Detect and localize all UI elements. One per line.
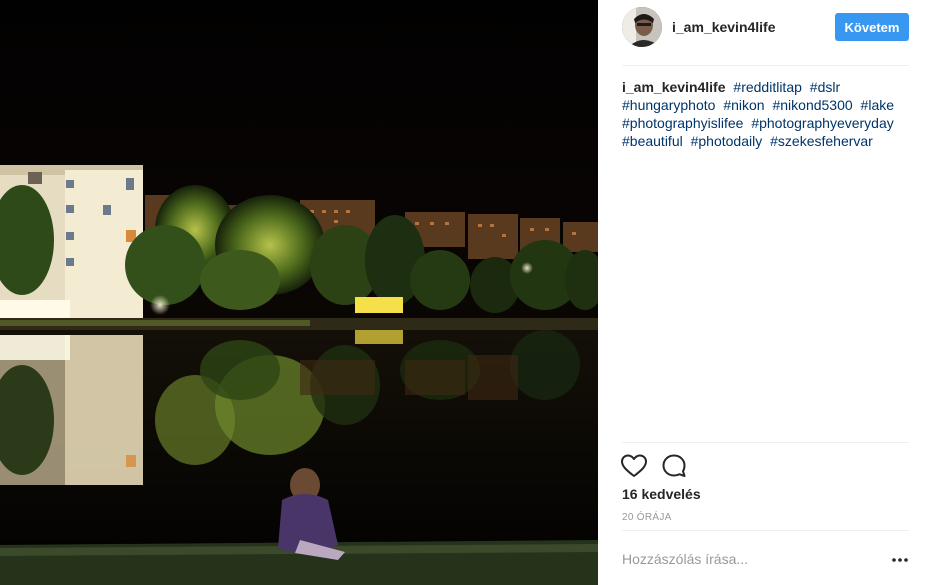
hashtag-link[interactable]: #hungaryphoto bbox=[622, 97, 715, 113]
avatar[interactable] bbox=[622, 7, 662, 47]
divider bbox=[622, 530, 909, 531]
post-caption: i_am_kevin4life #redditlitap #dslr #hung… bbox=[622, 78, 912, 150]
hashtag-link[interactable]: #nikond5300 bbox=[772, 97, 852, 113]
like-count[interactable]: 16 kedvelés bbox=[622, 486, 701, 502]
post-photo[interactable] bbox=[0, 0, 598, 585]
divider bbox=[622, 65, 909, 66]
post-header: i_am_kevin4life Követem bbox=[598, 0, 933, 66]
night-lake-photo bbox=[0, 0, 598, 585]
hashtag-link[interactable]: #photodaily bbox=[691, 133, 763, 149]
hashtag-link[interactable]: #beautiful bbox=[622, 133, 683, 149]
divider bbox=[622, 442, 909, 443]
caption-username[interactable]: i_am_kevin4life bbox=[622, 79, 726, 95]
comment-input[interactable] bbox=[622, 548, 872, 570]
hashtag-link[interactable]: #lake bbox=[861, 97, 894, 113]
hashtag-link[interactable]: #dslr bbox=[810, 79, 840, 95]
post-timestamp[interactable]: 20 ÓRÁJA bbox=[622, 512, 672, 523]
hashtag-link[interactable]: #photographyislifee bbox=[622, 115, 743, 131]
hashtag-link[interactable]: #szekesfehervar bbox=[770, 133, 873, 149]
hashtag-link[interactable]: #photographyeveryday bbox=[751, 115, 893, 131]
hashtag-link[interactable]: #nikon bbox=[723, 97, 764, 113]
header-username[interactable]: i_am_kevin4life bbox=[672, 19, 776, 35]
instagram-post: i_am_kevin4life Követem i_am_kevin4life … bbox=[0, 0, 933, 585]
follow-button[interactable]: Követem bbox=[835, 13, 909, 41]
hashtag-link[interactable]: #redditlitap bbox=[733, 79, 802, 95]
avatar-image bbox=[622, 7, 662, 47]
heart-icon[interactable] bbox=[620, 452, 648, 480]
more-options-icon[interactable] bbox=[891, 553, 909, 565]
post-side-panel: i_am_kevin4life Követem i_am_kevin4life … bbox=[598, 0, 933, 585]
comment-icon[interactable] bbox=[660, 452, 688, 480]
